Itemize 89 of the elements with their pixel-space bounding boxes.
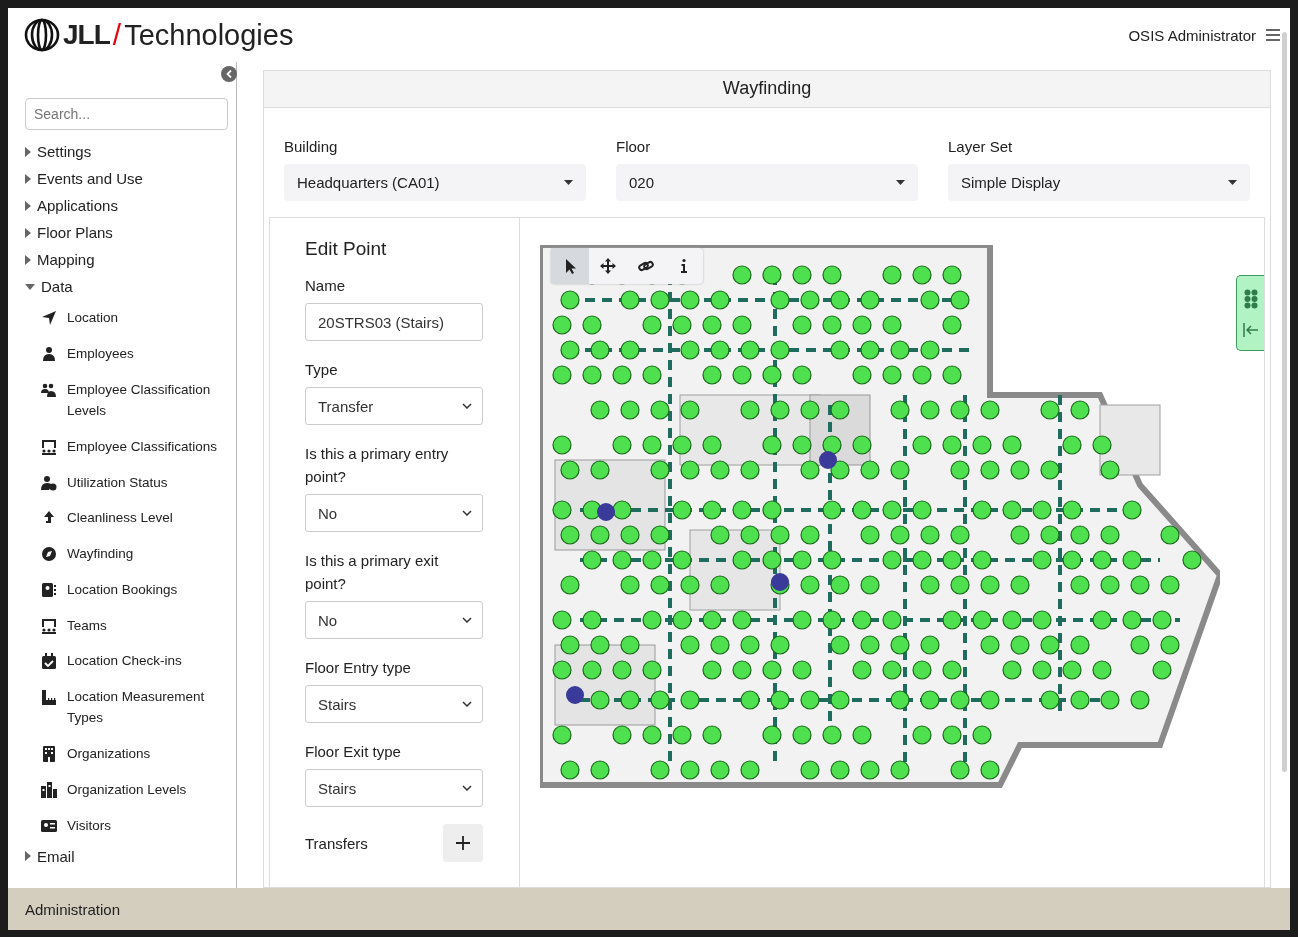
chevron-down-icon — [462, 701, 472, 707]
caret-right-icon — [25, 146, 31, 157]
side-panel-tab[interactable] — [1236, 275, 1264, 351]
sidebar-item[interactable]: Location Bookings — [67, 578, 178, 600]
caret-down-icon — [25, 283, 35, 290]
sidebar-item[interactable]: Mapping — [25, 246, 228, 273]
ruler-icon — [41, 689, 57, 706]
sidebar-item[interactable]: Location Measurement Types — [67, 686, 228, 729]
buildings-icon — [41, 781, 57, 798]
sidebar-item[interactable]: Employee Classification Levels — [67, 378, 228, 421]
caret-down-icon — [896, 180, 905, 185]
dropdown[interactable]: Simple Display — [948, 164, 1250, 201]
sidebar-item[interactable]: Location — [67, 307, 119, 329]
collapse-button[interactable] — [221, 66, 237, 82]
chevron-down-icon — [462, 510, 472, 516]
compass-icon — [41, 546, 57, 563]
chevron-left-icon — [226, 70, 232, 78]
calendar-check-icon — [41, 653, 57, 670]
caret-down-icon — [1228, 180, 1237, 185]
logo-icon — [24, 18, 60, 52]
contact-book-icon — [41, 581, 57, 598]
form-title: Edit Point — [305, 238, 388, 260]
id-card-icon — [41, 817, 57, 834]
field-label: Transfers — [305, 834, 368, 852]
caret-right-icon — [25, 227, 31, 238]
dropdown[interactable]: Headquarters (CA01) — [284, 164, 586, 201]
footer-title: Administration — [8, 888, 1290, 930]
sidebar-item[interactable]: Teams — [67, 614, 107, 636]
building-icon — [41, 746, 57, 762]
person-status-icon — [41, 474, 57, 491]
navigation-arrow-icon — [41, 310, 57, 327]
field-label: Is this a primary entry point? — [305, 444, 450, 487]
menu-icon[interactable] — [1266, 29, 1280, 41]
collapse-left-icon[interactable] — [1242, 323, 1259, 337]
sidebar-item[interactable]: Organizations — [67, 743, 151, 764]
sidebar-item[interactable]: Organization Levels — [67, 778, 187, 800]
field-label: Is this a primary exit point? — [305, 551, 440, 594]
sidebar-item[interactable]: Employees — [67, 343, 134, 365]
dropdown[interactable]: Transfer — [305, 387, 483, 425]
person-icon — [41, 346, 57, 363]
people-icon — [41, 381, 57, 398]
move-icon — [600, 258, 616, 274]
plus-icon — [456, 836, 470, 850]
caret-right-icon — [25, 254, 31, 265]
search-field[interactable]: Search... — [25, 98, 228, 130]
sidebar-item[interactable]: Settings — [25, 138, 228, 165]
chevron-down-icon — [462, 403, 472, 409]
page-title: Wayfinding — [263, 70, 1271, 108]
chevron-down-icon — [462, 617, 472, 623]
caret-right-icon — [25, 200, 31, 211]
chevron-down-icon — [462, 785, 472, 791]
sidebar-item[interactable]: Data — [25, 273, 228, 300]
sidebar-item[interactable]: Employee Classifications — [67, 435, 218, 457]
board-icon — [41, 617, 57, 634]
field-label: Type — [305, 360, 339, 380]
sidebar-item[interactable]: Utilization Status — [67, 471, 168, 493]
input-field[interactable]: 20STRS03 (Stairs) — [305, 303, 483, 341]
dropdown[interactable]: Stairs — [305, 685, 483, 723]
field-label: Name — [305, 276, 346, 296]
dropdown[interactable]: 020 — [616, 164, 918, 201]
board-icon — [41, 438, 57, 455]
logo-brand: JLL — [63, 19, 110, 51]
field-label: Floor — [616, 138, 652, 155]
user-name[interactable]: OSIS Administrator — [1128, 26, 1256, 44]
dropdown[interactable]: No — [305, 494, 483, 532]
tool-button[interactable] — [551, 248, 589, 284]
sidebar-item[interactable]: Location Check-ins — [67, 650, 182, 672]
caret-right-icon — [25, 851, 31, 862]
link-icon — [638, 258, 654, 274]
dropdown[interactable]: No — [305, 601, 483, 639]
sidebar-item[interactable]: Applications — [25, 192, 228, 219]
sidebar-item[interactable]: Cleanliness Level — [67, 507, 173, 529]
field-label: Building — [284, 138, 339, 155]
scrollbar[interactable] — [1282, 32, 1287, 772]
logo-product: Technologies — [124, 18, 294, 52]
field-label: Floor Entry type — [305, 658, 412, 678]
sidebar-item[interactable]: Events and Use — [25, 165, 228, 192]
field-label: Floor Exit type — [305, 742, 402, 762]
logo-separator: / — [112, 18, 122, 52]
grid-dots-icon — [1243, 289, 1258, 309]
sidebar-item[interactable]: Visitors — [67, 814, 111, 836]
add-button[interactable] — [443, 824, 483, 862]
caret-down-icon — [564, 180, 573, 185]
field-label: Layer Set — [948, 138, 1014, 155]
sidebar-item[interactable]: Email — [25, 842, 228, 870]
sidebar-item[interactable]: Wayfinding — [67, 543, 134, 565]
dropdown[interactable]: Stairs — [305, 769, 483, 807]
caret-right-icon — [25, 173, 31, 184]
sidebar-item[interactable]: Floor Plans — [25, 219, 228, 246]
